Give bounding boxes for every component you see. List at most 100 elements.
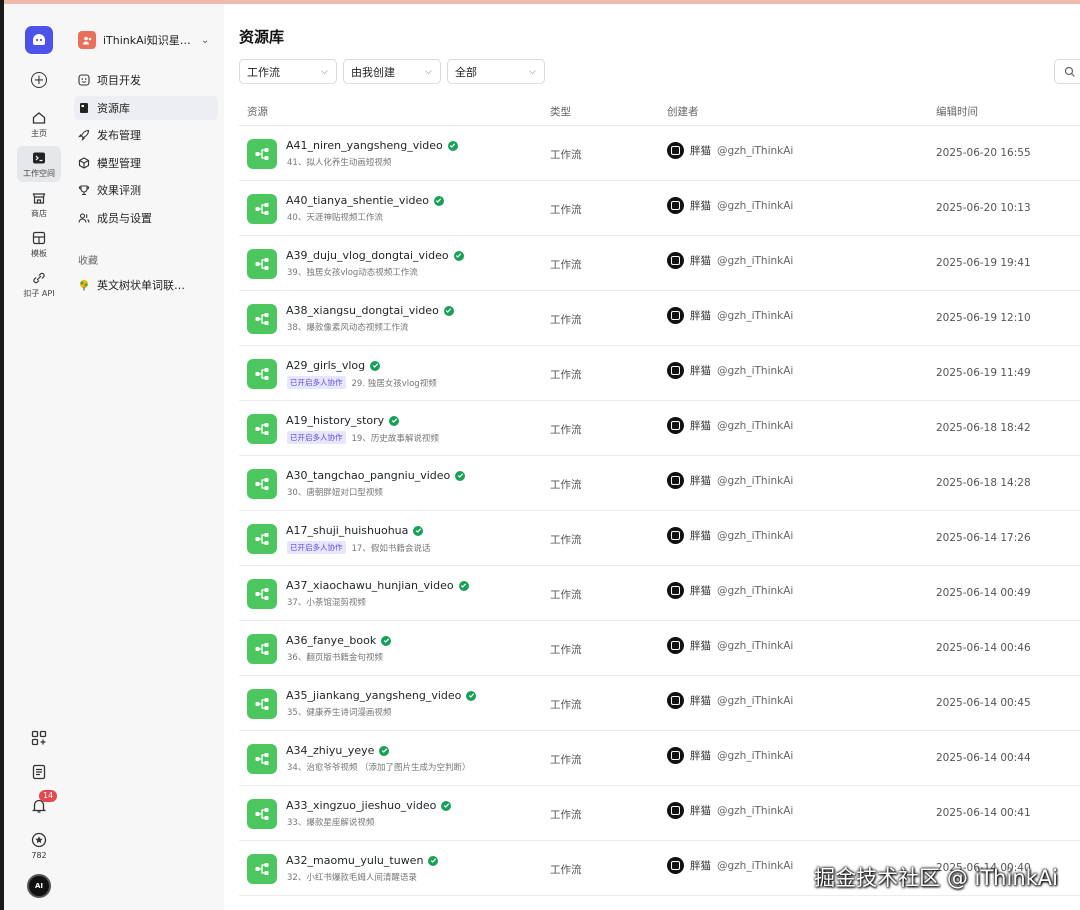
- coze-logo-icon[interactable]: [25, 26, 53, 54]
- creator-name: 胖猫: [690, 310, 711, 322]
- search-button[interactable]: [1054, 59, 1080, 84]
- resource-name-text: A19_history_story: [286, 414, 385, 427]
- nav-item-evaluation[interactable]: 效果评测: [74, 178, 218, 202]
- creator-name: 胖猫: [690, 475, 711, 487]
- resource-description-text: 32、小红书爆款毛姆人间清醒语录: [287, 873, 417, 883]
- resource-name[interactable]: A41_niren_yangsheng_video: [286, 139, 458, 152]
- table-row[interactable]: A30_tangchao_pangniu_video 30、唐朝胖妞对口型视频 …: [239, 456, 1080, 511]
- resource-description-text: 30、唐朝胖妞对口型视频: [287, 488, 383, 498]
- resource-description: 30、唐朝胖妞对口型视频: [287, 486, 383, 498]
- rail-item-workspace[interactable]: 工作空间: [17, 146, 61, 182]
- table-row[interactable]: A34_zhiyu_yeye 34、治愈爷爷视频 （添加了图片生成为空判断） 工…: [239, 731, 1080, 786]
- table-row[interactable]: A29_girls_vlog 已开启多人协作 29. 独居女孩vlog视频 工作流…: [239, 346, 1080, 401]
- resource-name[interactable]: A29_girls_vlog: [286, 359, 381, 372]
- published-check-icon: [413, 525, 424, 536]
- nav-item-models[interactable]: 模型管理: [74, 151, 218, 175]
- published-check-icon: [453, 250, 464, 261]
- published-check-icon: [441, 800, 452, 811]
- table-row[interactable]: A36_fanye_book 36、翻页版书籍金句视频 工作流 胖猫 @gzh_…: [239, 621, 1080, 676]
- resource-name[interactable]: A34_zhiyu_yeye: [286, 744, 390, 757]
- creator-filter-select[interactable]: 由我创建 ⌵: [343, 59, 441, 84]
- resource-name[interactable]: A30_tangchao_pangniu_video: [286, 469, 466, 482]
- nav-item-project-dev[interactable]: 项目开发: [74, 68, 218, 92]
- resource-name[interactable]: A19_history_story: [286, 414, 400, 427]
- table-row[interactable]: A33_xingzuo_jieshuo_video 33、爆款星座解说视频 工作…: [239, 786, 1080, 841]
- resource-name-text: A34_zhiyu_yeye: [286, 744, 375, 757]
- create-plus-icon[interactable]: +: [31, 72, 47, 88]
- creator-avatar: [667, 307, 684, 324]
- creator-avatar: [667, 527, 684, 544]
- workflow-icon: [247, 689, 277, 719]
- creator-name: 胖猫: [690, 805, 711, 817]
- docs-icon[interactable]: [30, 763, 48, 781]
- creator-avatar: [667, 197, 684, 214]
- workflow-icon: [247, 579, 277, 609]
- resource-name[interactable]: A37_xiaochawu_hunjian_video: [286, 579, 469, 592]
- creator-handle: @gzh_iThinkAi: [717, 749, 794, 762]
- table-row[interactable]: A38_xiangsu_dongtai_video 38、爆款像素风动态视频工作…: [239, 291, 1080, 346]
- workflow-icon: [247, 854, 277, 884]
- resource-description-text: 36、翻页版书籍金句视频: [287, 653, 383, 663]
- table-row[interactable]: A19_history_story 已开启多人协作 19、历史故事解说视频 工作流…: [239, 401, 1080, 456]
- resource-name[interactable]: A38_xiangsu_dongtai_video: [286, 304, 454, 317]
- resource-edit-time: 2025-06-19 11:49: [936, 367, 1031, 379]
- nav-item-release[interactable]: 发布管理: [74, 123, 218, 147]
- workflow-icon: [247, 524, 277, 554]
- resource-name[interactable]: A36_fanye_book: [286, 634, 392, 647]
- resource-name[interactable]: A32_maomu_yulu_tuwen: [286, 854, 439, 867]
- chevron-down-icon: ⌵: [425, 66, 432, 77]
- column-header-edit-time: 编辑时间: [936, 106, 978, 118]
- table-row[interactable]: A41_niren_yangsheng_video 41、拟人化养生动画短视频 …: [239, 126, 1080, 181]
- table-row[interactable]: A17_shuji_huishuohua 已开启多人协作 17、假如书籍会说话 工…: [239, 511, 1080, 566]
- resource-name[interactable]: A40_tianya_shentie_video: [286, 194, 444, 207]
- apps-grid-icon[interactable]: [30, 729, 48, 747]
- resource-description-text: 35、健康养生诗词漫画视频: [287, 708, 392, 718]
- favorite-item[interactable]: 英文树状单词联…: [78, 277, 224, 293]
- resource-creator: 胖猫 @gzh_iThinkAi: [667, 142, 793, 159]
- resource-type: 工作流: [550, 864, 582, 876]
- rail-item-store[interactable]: 商店: [17, 186, 61, 222]
- resource-edit-time: 2025-06-19 12:10: [936, 312, 1031, 324]
- table-row[interactable]: A39_duju_vlog_dongtai_video 39、独居女孩vlog动…: [239, 236, 1080, 291]
- rail-item-template[interactable]: 模板: [17, 226, 61, 262]
- resource-description-text: 40、天涯神贴视频工作流: [287, 213, 383, 223]
- resource-creator: 胖猫 @gzh_iThinkAi: [667, 252, 793, 269]
- type-filter-select[interactable]: 工作流 ⌵: [239, 59, 337, 84]
- chevron-down-icon: ⌵: [321, 66, 328, 77]
- table-row[interactable]: A37_xiaochawu_hunjian_video 37、小茶馆混剪视频 工…: [239, 566, 1080, 621]
- status-filter-select[interactable]: 全部 ⌵: [447, 59, 545, 84]
- rail-item-home[interactable]: 主页: [17, 106, 61, 142]
- favorites-heading: 收藏: [78, 255, 98, 267]
- resource-creator: 胖猫 @gzh_iThinkAi: [667, 582, 793, 599]
- notification-bell-icon[interactable]: 14: [30, 790, 58, 815]
- star-icon[interactable]: [30, 831, 48, 849]
- table-row[interactable]: A35_jiankang_yangsheng_video 35、健康养生诗词漫画…: [239, 676, 1080, 731]
- workspace-switcher[interactable]: iThinkAi知识星… ⌄: [78, 30, 224, 50]
- creator-avatar: [667, 362, 684, 379]
- resource-name[interactable]: A17_shuji_huishuohua: [286, 524, 424, 537]
- nav-item-library[interactable]: 资源库: [74, 95, 218, 120]
- creator-handle: @gzh_iThinkAi: [717, 254, 794, 267]
- resource-name[interactable]: A35_jiankang_yangsheng_video: [286, 689, 477, 702]
- nav-item-members-settings[interactable]: 成员与设置: [74, 206, 218, 230]
- column-header-type: 类型: [550, 106, 571, 118]
- column-header-resource: 资源: [247, 106, 268, 118]
- creator-name: 胖猫: [690, 695, 711, 707]
- resource-type: 工作流: [550, 589, 582, 601]
- rail-item-api[interactable]: 扣子 API: [17, 266, 61, 302]
- resource-type: 工作流: [550, 314, 582, 326]
- resource-name[interactable]: A39_duju_vlog_dongtai_video: [286, 249, 464, 262]
- column-header-creator: 创建者: [667, 106, 699, 118]
- resource-creator: 胖猫 @gzh_iThinkAi: [667, 637, 793, 654]
- table-row[interactable]: A40_tianya_shentie_video 40、天涯神贴视频工作流 工作…: [239, 181, 1080, 236]
- resource-type: 工作流: [550, 204, 582, 216]
- resource-name[interactable]: A33_xingzuo_jieshuo_video: [286, 799, 452, 812]
- resource-edit-time: 2025-06-14 17:26: [936, 532, 1031, 544]
- resource-description: 37、小茶馆混剪视频: [287, 596, 366, 608]
- published-check-icon: [379, 745, 390, 756]
- evaluate-icon: [78, 184, 90, 196]
- user-avatar[interactable]: AI: [27, 874, 51, 898]
- creator-avatar: [667, 417, 684, 434]
- resource-description-text: 17、假如书籍会说话: [351, 543, 431, 554]
- creator-avatar: [667, 692, 684, 709]
